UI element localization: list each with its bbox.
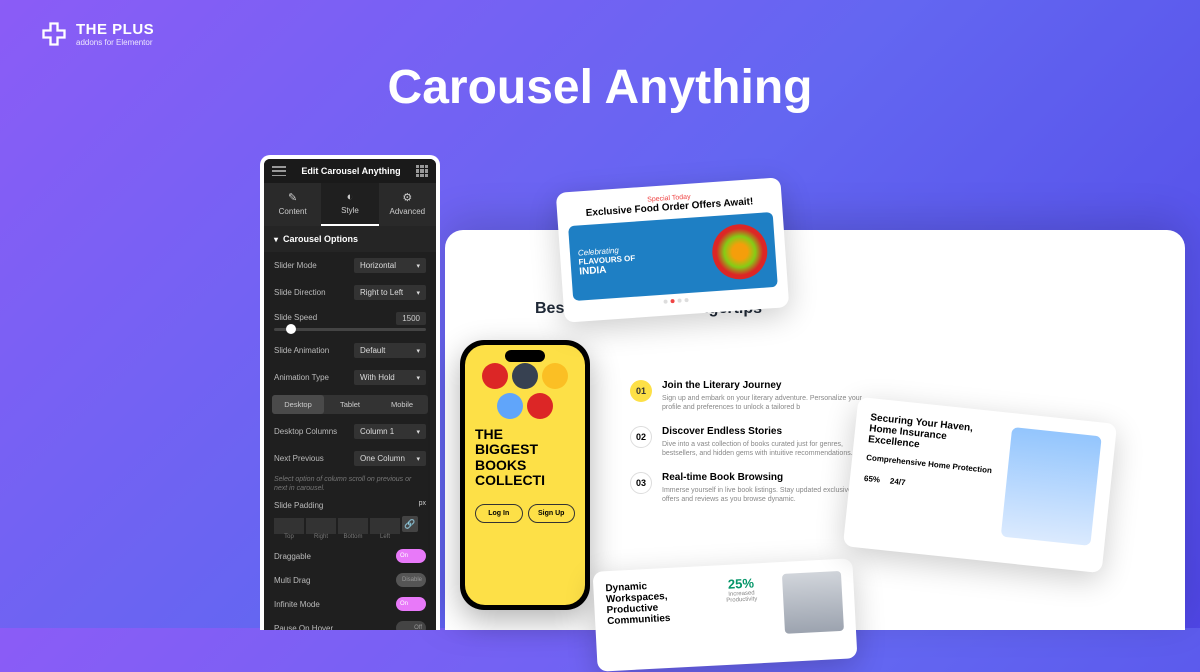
slide-speed-slider[interactable]: [274, 328, 426, 331]
toggle-multi-drag[interactable]: Disable: [396, 573, 426, 587]
step-3: 03 Real-time Book BrowsingImmerse yourse…: [630, 472, 870, 504]
plus-icon: [40, 20, 68, 48]
editor-header: Edit Carousel Anything: [264, 159, 436, 183]
family-image: [1001, 427, 1102, 546]
tab-content[interactable]: ✎Content: [264, 183, 321, 226]
step-2: 02 Discover Endless StoriesDive into a v…: [630, 426, 870, 458]
control-multi-drag: Multi Drag Disable: [264, 568, 436, 592]
contrast-icon: ◐: [325, 191, 374, 203]
brand-logo: THE PLUS addons for Elementor: [40, 20, 154, 48]
control-infinite-mode: Infinite Mode On: [264, 592, 436, 616]
device-tablet[interactable]: Tablet: [324, 395, 376, 414]
steps-list: 01 Join the Literary JourneySign up and …: [630, 380, 870, 519]
hamburger-icon[interactable]: [272, 166, 286, 176]
insurance-card: Securing Your Haven, Home Insurance Exce…: [843, 397, 1117, 573]
tab-style[interactable]: ◐Style: [321, 183, 378, 226]
control-slide-direction: Slide Direction Right to Left: [264, 279, 436, 306]
control-slider-mode: Slider Mode Horizontal: [264, 252, 436, 279]
control-slide-animation: Slide Animation Default: [264, 337, 436, 364]
editor-panel: Edit Carousel Anything ✎Content ◐Style ⚙…: [260, 155, 440, 630]
toggle-pause-on-hover[interactable]: Off: [396, 621, 426, 630]
step-1: 01 Join the Literary JourneySign up and …: [630, 380, 870, 412]
food-card: Special Today Exclusive Food Order Offer…: [556, 177, 790, 322]
select-next-previous[interactable]: One Column: [354, 451, 426, 466]
padding-right[interactable]: [306, 518, 336, 534]
editor-tabs: ✎Content ◐Style ⚙Advanced: [264, 183, 436, 226]
padding-bottom[interactable]: [338, 518, 368, 534]
phone-avatars: [475, 363, 575, 419]
select-slider-mode[interactable]: Horizontal: [354, 258, 426, 273]
gear-icon: ⚙: [383, 191, 432, 204]
editor-title: Edit Carousel Anything: [286, 166, 416, 176]
control-slide-speed: Slide Speed 1500: [264, 306, 436, 337]
section-carousel-options[interactable]: Carousel Options: [264, 226, 436, 252]
toggle-draggable[interactable]: On: [396, 549, 426, 563]
device-tabs: Desktop Tablet Mobile: [272, 395, 428, 414]
food-image: [710, 222, 769, 281]
phone-notch: [505, 350, 545, 362]
device-desktop[interactable]: Desktop: [272, 395, 324, 414]
select-animation-type[interactable]: With Hold: [354, 370, 426, 385]
hint-text: Select option of column scroll on previo…: [264, 472, 436, 496]
control-next-previous: Next Previous One Column: [264, 445, 436, 472]
padding-top[interactable]: [274, 518, 304, 534]
login-button[interactable]: Log In: [475, 504, 523, 523]
select-desktop-columns[interactable]: Column 1: [354, 424, 426, 439]
padding-left[interactable]: [370, 518, 400, 534]
grid-icon[interactable]: [416, 165, 428, 177]
hero-title: Carousel Anything: [388, 60, 813, 115]
select-slide-animation[interactable]: Default: [354, 343, 426, 358]
control-animation-type: Animation Type With Hold: [264, 364, 436, 391]
workspace-card: Dynamic Workspaces, Productive Communiti…: [593, 558, 858, 671]
food-banner: Celebrating FLAVOURS OF INDIA: [568, 212, 778, 301]
control-desktop-columns: Desktop Columns Column 1: [264, 418, 436, 445]
control-draggable: Draggable On: [264, 544, 436, 568]
signup-button[interactable]: Sign Up: [528, 504, 576, 523]
brand-subtitle: addons for Elementor: [76, 38, 154, 47]
phone-mockup: THE BIGGEST BOOKS COLLECTI Log In Sign U…: [460, 340, 590, 610]
device-mobile[interactable]: Mobile: [376, 395, 428, 414]
control-slide-padding: Slide Padding px 🔗 Top Right Bottom Left: [264, 496, 436, 544]
toggle-infinite-mode[interactable]: On: [396, 597, 426, 611]
workspace-image: [782, 571, 844, 634]
select-slide-direction[interactable]: Right to Left: [354, 285, 426, 300]
tab-advanced[interactable]: ⚙Advanced: [379, 183, 436, 226]
pencil-icon: ✎: [268, 191, 317, 204]
brand-title: THE PLUS: [76, 21, 154, 38]
link-icon[interactable]: 🔗: [402, 516, 418, 532]
slide-speed-value[interactable]: 1500: [396, 312, 426, 325]
